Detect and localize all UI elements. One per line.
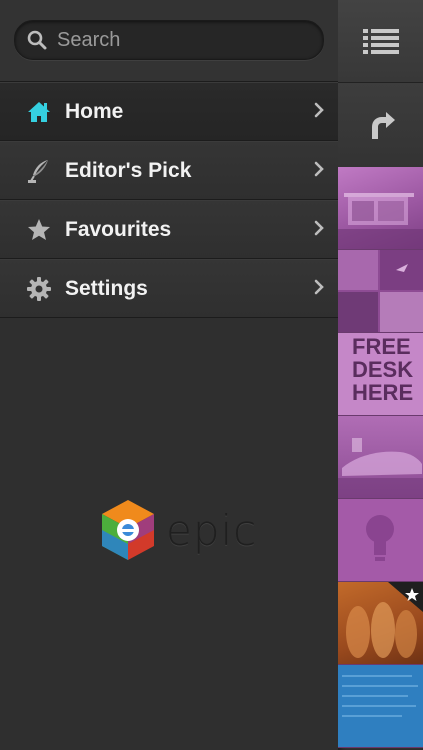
- epic-logo: epic: [100, 498, 257, 562]
- thumbnail-lightbulb[interactable]: [338, 499, 423, 582]
- chevron-right-icon: [314, 161, 324, 177]
- car-image: [338, 438, 423, 498]
- menu-item-label: Home: [65, 99, 124, 123]
- list-icon: [362, 29, 399, 54]
- search-field[interactable]: [14, 20, 324, 60]
- menu-item-home[interactable]: Home: [0, 82, 338, 141]
- photo-image: [346, 582, 423, 658]
- content-rail: FREE DESK HERE: [338, 0, 423, 750]
- thumbnail-list: FREE DESK HERE: [338, 167, 423, 748]
- thumbnail-collage[interactable]: [338, 250, 423, 333]
- menu-item-favourites[interactable]: Favourites: [0, 200, 338, 259]
- menu-item-editors-pick[interactable]: Editor's Pick: [0, 141, 338, 200]
- thumbnail-free-desk[interactable]: FREE DESK HERE: [338, 333, 423, 416]
- menu-item-label: Editor's Pick: [65, 158, 192, 182]
- thumbnail-article[interactable]: [338, 665, 423, 748]
- refresh-button[interactable]: [338, 83, 423, 169]
- thumbnail-text: FREE DESK HERE: [352, 334, 414, 405]
- star-icon: [26, 217, 52, 243]
- brand-name: epic: [166, 505, 258, 555]
- quill-icon: [26, 158, 52, 184]
- collage-image: [338, 250, 423, 332]
- refresh-icon: [371, 111, 395, 139]
- list-view-button[interactable]: [338, 0, 423, 83]
- search-bar: [0, 0, 338, 82]
- search-input[interactable]: [55, 27, 299, 53]
- menu-item-label: Favourites: [65, 217, 172, 241]
- epic-cube-logo-icon: [102, 500, 154, 560]
- thumbnail-car[interactable]: [338, 416, 423, 499]
- thumbnail-house[interactable]: [338, 167, 423, 250]
- lightbulb-icon: [366, 515, 394, 561]
- gear-icon: [26, 276, 52, 302]
- menu-item-label: Settings: [65, 276, 148, 300]
- chevron-right-icon: [314, 102, 324, 118]
- article-image: [342, 675, 418, 717]
- menu-item-settings[interactable]: Settings: [0, 259, 338, 318]
- search-icon: [27, 30, 47, 50]
- side-drawer: Home Editor's Pick Favourites: [0, 0, 338, 750]
- chevron-right-icon: [314, 220, 324, 236]
- chevron-right-icon: [314, 279, 324, 295]
- house-image: [338, 193, 423, 249]
- thumbnail-photo[interactable]: [338, 582, 423, 665]
- home-icon: [26, 99, 52, 125]
